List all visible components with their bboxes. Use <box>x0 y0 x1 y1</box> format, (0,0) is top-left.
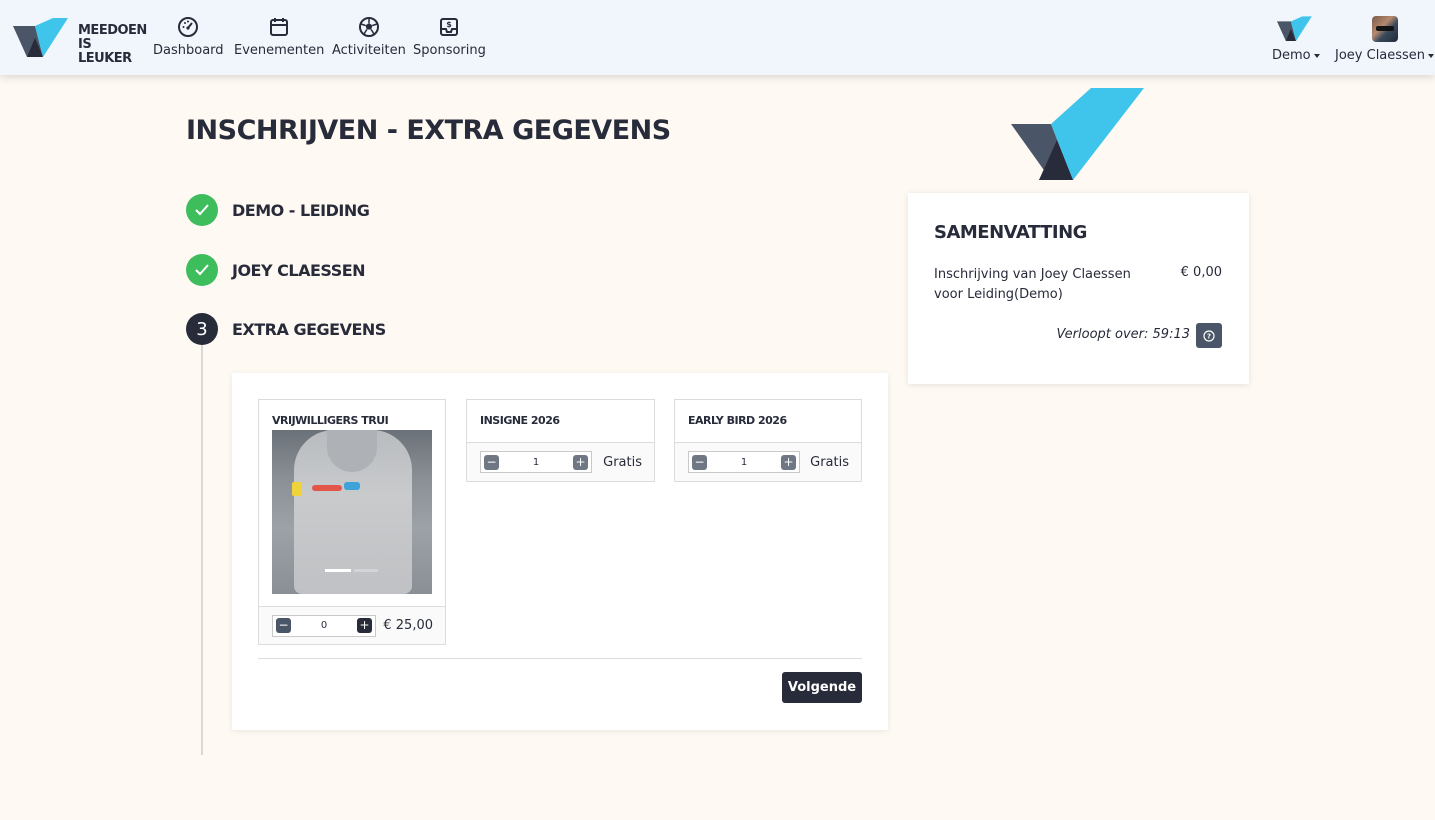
product-card-vrijwilligers-trui: Vrijwilligers trui − 0 + € 25,00 <box>258 399 446 645</box>
calendar-icon <box>270 18 289 36</box>
user-menu[interactable]: Joey Claessen <box>1335 16 1435 63</box>
product-price: Gratis <box>603 454 642 470</box>
step-1[interactable]: Demo - Leiding <box>186 194 370 226</box>
nav-activiteiten[interactable]: Activiteiten <box>332 16 406 58</box>
page-title: Inschrijven - extra gegevens <box>186 115 671 146</box>
brand-mark-icon <box>13 18 68 57</box>
quantity-value[interactable]: 1 <box>533 457 539 468</box>
sponsoring-inbox-icon: $ <box>440 18 459 36</box>
product-footer: − 1 + Gratis <box>467 443 654 481</box>
next-button[interactable]: Volgende <box>782 672 862 703</box>
nav-sponsoring[interactable]: $ Sponsoring <box>413 16 486 58</box>
avatar <box>1371 16 1398 42</box>
brand-logo[interactable]: MEEDOEN IS LEUKER <box>13 18 147 66</box>
minus-button[interactable]: − <box>276 618 291 633</box>
product-name: Early Bird 2026 <box>675 400 861 443</box>
product-price: Gratis <box>810 454 849 470</box>
plus-button[interactable]: + <box>573 454 588 470</box>
minus-button[interactable]: − <box>692 454 707 470</box>
summary-title: Samenvatting <box>934 222 1087 243</box>
org-switcher[interactable]: Demo <box>1272 16 1320 63</box>
step-number-badge: 3 <box>186 313 218 345</box>
soccer-ball-icon <box>358 17 379 37</box>
nav-evenementen[interactable]: Evenementen <box>234 16 324 58</box>
product-footer: − 0 + € 25,00 <box>259 606 445 644</box>
brand-line-1: MEEDOEN <box>78 23 147 38</box>
carousel-indicator-active[interactable] <box>325 569 351 572</box>
product-footer: − 1 + Gratis <box>675 443 861 481</box>
check-icon <box>186 194 218 226</box>
step-2[interactable]: Joey Claessen <box>186 254 366 286</box>
carousel-indicator[interactable] <box>354 569 378 572</box>
product-card-early-bird-2026: Early Bird 2026 − 1 + Gratis <box>674 399 862 482</box>
help-button[interactable]: ? <box>1196 323 1222 348</box>
org-name: Demo <box>1272 48 1311 63</box>
minus-button[interactable]: − <box>484 454 499 470</box>
nav-dashboard-label: Dashboard <box>153 43 224 58</box>
summary-line-text: Inschrijving van Joey Claessen voor Leid… <box>934 267 1131 302</box>
divider <box>258 658 862 659</box>
product-card-insigne-2026: Insigne 2026 − 1 + Gratis <box>466 399 655 482</box>
step-1-label: Demo - Leiding <box>232 200 370 220</box>
expiry-timer: Verloopt over: 59:13 <box>1056 327 1190 342</box>
quantity-stepper: − 1 + <box>688 451 800 473</box>
svg-text:?: ? <box>1207 332 1211 340</box>
product-name: Insigne 2026 <box>467 400 654 443</box>
nav-dashboard[interactable]: Dashboard <box>153 16 224 58</box>
caret-down-icon <box>1313 53 1320 58</box>
top-navbar: MEEDOEN IS LEUKER Dashboard Evenementen <box>0 0 1435 75</box>
quantity-value[interactable]: 1 <box>741 457 747 468</box>
step-3-label: Extra gegevens <box>232 319 386 339</box>
product-image-hoodie[interactable] <box>272 430 432 594</box>
summary-panel: Samenvatting Inschrijving van Joey Claes… <box>908 193 1249 384</box>
question-circle-icon: ? <box>1203 329 1215 342</box>
dashboard-gauge-icon <box>178 17 199 37</box>
quantity-stepper: − 0 + <box>272 614 376 637</box>
nav-activiteiten-label: Activiteiten <box>332 43 406 58</box>
plus-button[interactable]: + <box>781 454 796 470</box>
quantity-stepper: − 1 + <box>480 451 592 473</box>
brand-line-2: IS LEUKER <box>78 37 132 66</box>
nav-sponsoring-label: Sponsoring <box>413 43 486 58</box>
check-icon <box>186 254 218 286</box>
extra-details-card: Vrijwilligers trui − 0 + € 25,00 Insigne… <box>232 373 888 730</box>
step-3: 3 Extra gegevens <box>186 313 386 345</box>
summary-price: € 0,00 <box>1180 265 1222 280</box>
large-brand-logo-icon <box>1011 88 1144 180</box>
step-2-label: Joey Claessen <box>232 260 366 280</box>
brand-wordmark: MEEDOEN IS LEUKER <box>78 24 147 66</box>
nav-evenementen-label: Evenementen <box>234 43 325 58</box>
product-price: € 25,00 <box>383 618 433 633</box>
plus-button[interactable]: + <box>357 618 372 633</box>
caret-down-icon <box>1428 53 1435 58</box>
svg-text:$: $ <box>447 20 453 29</box>
step-connector-line <box>201 340 203 755</box>
quantity-value[interactable]: 0 <box>321 620 327 631</box>
org-logo-icon <box>1276 16 1312 42</box>
user-name: Joey Claessen <box>1335 48 1426 63</box>
